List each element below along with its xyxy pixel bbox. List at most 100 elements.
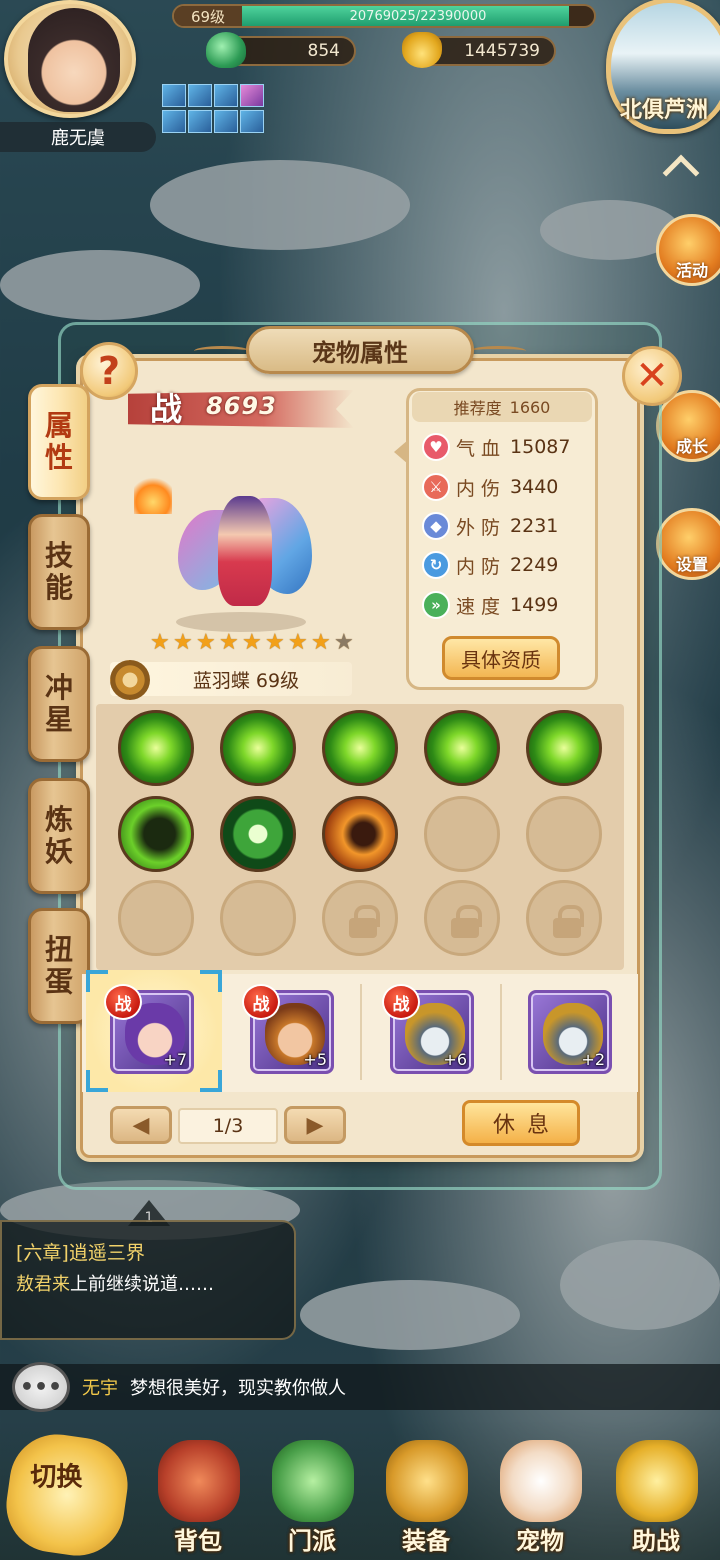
detail-aptitude-button[interactable]: 具体资质 (442, 636, 560, 680)
page-indicator: 1/3 (178, 1108, 278, 1144)
star-icon: ★ (265, 630, 285, 655)
prev-page-button[interactable]: ◀ (110, 1106, 172, 1144)
empty-skill-slot[interactable] (220, 880, 296, 956)
title-ornament (194, 346, 250, 356)
power-label: 战 (150, 390, 183, 428)
star-icon: ★ (150, 630, 170, 655)
sect-icon (272, 1440, 354, 1522)
skill-icon[interactable] (526, 710, 602, 786)
player-name: 鹿无虞 (0, 122, 156, 152)
buff-icon (188, 84, 212, 107)
gold-ingot-icon (402, 32, 442, 68)
gold-value: 1445739 (464, 41, 540, 61)
buff-icon (214, 110, 238, 133)
quest-title: [六章]逍遥三界 (16, 1242, 145, 1264)
map-name: 北俱芦洲 (619, 98, 708, 123)
skill-icon[interactable] (118, 796, 194, 872)
player-avatar[interactable] (4, 0, 136, 118)
jade-value: 854 (307, 41, 340, 61)
star-icon: ★ (311, 630, 331, 655)
jade-icon (206, 32, 246, 68)
sword-shield-icon (386, 1440, 468, 1522)
swirl-icon: ↻ (422, 551, 450, 579)
exp-text: 20769025/22390000 (349, 8, 487, 24)
locked-skill-slot[interactable] (424, 880, 500, 956)
buff-icon (214, 84, 238, 107)
skill-icon[interactable] (322, 796, 398, 872)
locked-skill-slot[interactable] (526, 880, 602, 956)
nav-bag[interactable]: 背包 (148, 1440, 248, 1556)
power-value: 8693 (206, 392, 277, 420)
tab-star-up[interactable]: 冲星 (28, 646, 90, 762)
fire-element-icon (134, 474, 172, 514)
tab-gacha[interactable]: 扭蛋 (28, 908, 90, 1024)
battle-badge: 战 (382, 984, 420, 1020)
lock-icon (349, 905, 380, 938)
skill-icon[interactable] (118, 710, 194, 786)
tab-refine[interactable]: 炼妖 (28, 778, 90, 894)
panel-title: 宠物属性 (246, 326, 474, 374)
skill-icon[interactable] (322, 710, 398, 786)
skill-icon[interactable] (220, 796, 296, 872)
shield-icon: ◆ (422, 512, 450, 540)
nav-assist[interactable]: 助战 (606, 1440, 706, 1556)
chat-bubble-icon[interactable]: ••• (12, 1362, 70, 1412)
star-icon: ★ (173, 630, 193, 655)
buff-icon (188, 110, 212, 133)
nav-sect[interactable]: 门派 (262, 1440, 362, 1556)
lock-icon (451, 905, 482, 938)
empty-skill-slot[interactable] (424, 796, 500, 872)
star-icon: ★ (288, 630, 308, 655)
chat-message: 无宇 梦想很美好，现实教你做人 (82, 1378, 346, 1399)
skill-icon[interactable] (424, 710, 500, 786)
heart-icon: ♥ (422, 433, 450, 461)
star-icon: ★ (334, 630, 354, 655)
rest-button[interactable]: 休息 (462, 1100, 580, 1146)
boot-icon: » (422, 591, 450, 619)
locked-skill-slot[interactable] (322, 880, 398, 956)
stat-hp: ♥ 气 血 15087 (422, 432, 571, 462)
nav-equip[interactable]: 装备 (376, 1440, 476, 1556)
star-icon: ★ (242, 630, 262, 655)
battle-badge: 战 (242, 984, 280, 1020)
pet-card[interactable]: +2 (528, 990, 612, 1074)
activity-button[interactable]: 活动 (656, 214, 720, 286)
star-icon: ★ (219, 630, 239, 655)
star-rating: ★ ★ ★ ★ ★ ★ ★ ★ ★ (150, 632, 356, 654)
buff-icon (162, 110, 186, 133)
buff-icon (240, 110, 264, 133)
stat-speed: » 速 度 1499 (422, 590, 558, 620)
nav-pet[interactable]: 宠物 (490, 1440, 590, 1556)
sword-icon: ⚔ (422, 473, 450, 501)
jade-counter[interactable]: 854 (206, 32, 356, 68)
settings-button[interactable]: 设置 (656, 508, 720, 580)
pet-model[interactable] (178, 470, 318, 620)
buff-icon (240, 84, 264, 107)
buff-icons[interactable] (162, 84, 264, 134)
close-button[interactable]: ✕ (622, 346, 682, 406)
switch-label: 切换 (30, 1462, 83, 1493)
lucky-cat-icon (500, 1440, 582, 1522)
cauldron-icon (616, 1440, 698, 1522)
recommend-score: 推荐度 1660 (412, 392, 592, 422)
empty-skill-slot[interactable] (118, 880, 194, 956)
stat-inner-defense: ↻ 内 防 2249 (422, 550, 558, 580)
empty-skill-slot[interactable] (526, 796, 602, 872)
skill-icon[interactable] (220, 710, 296, 786)
exp-bar: 69级 20769025/22390000 (172, 4, 596, 28)
tab-attributes[interactable]: 属性 (28, 384, 90, 500)
stat-outer-defense: ◆ 外 防 2231 (422, 511, 558, 541)
gold-counter[interactable]: 1445739 (402, 32, 556, 68)
stat-inner-damage: ⚔ 内 伤 3440 (422, 472, 558, 502)
lock-icon (553, 905, 584, 938)
star-icon: ★ (196, 630, 216, 655)
bag-icon (158, 1440, 240, 1522)
buff-icon (162, 84, 186, 107)
tab-skills[interactable]: 技能 (28, 514, 90, 630)
gear-icon[interactable] (110, 660, 150, 700)
next-page-button[interactable]: ▶ (284, 1106, 346, 1144)
player-level: 69级 (174, 6, 242, 26)
battle-badge: 战 (104, 984, 142, 1020)
title-ornament (470, 346, 526, 356)
quest-description: 敖君来上前继续说道…… (16, 1274, 214, 1295)
